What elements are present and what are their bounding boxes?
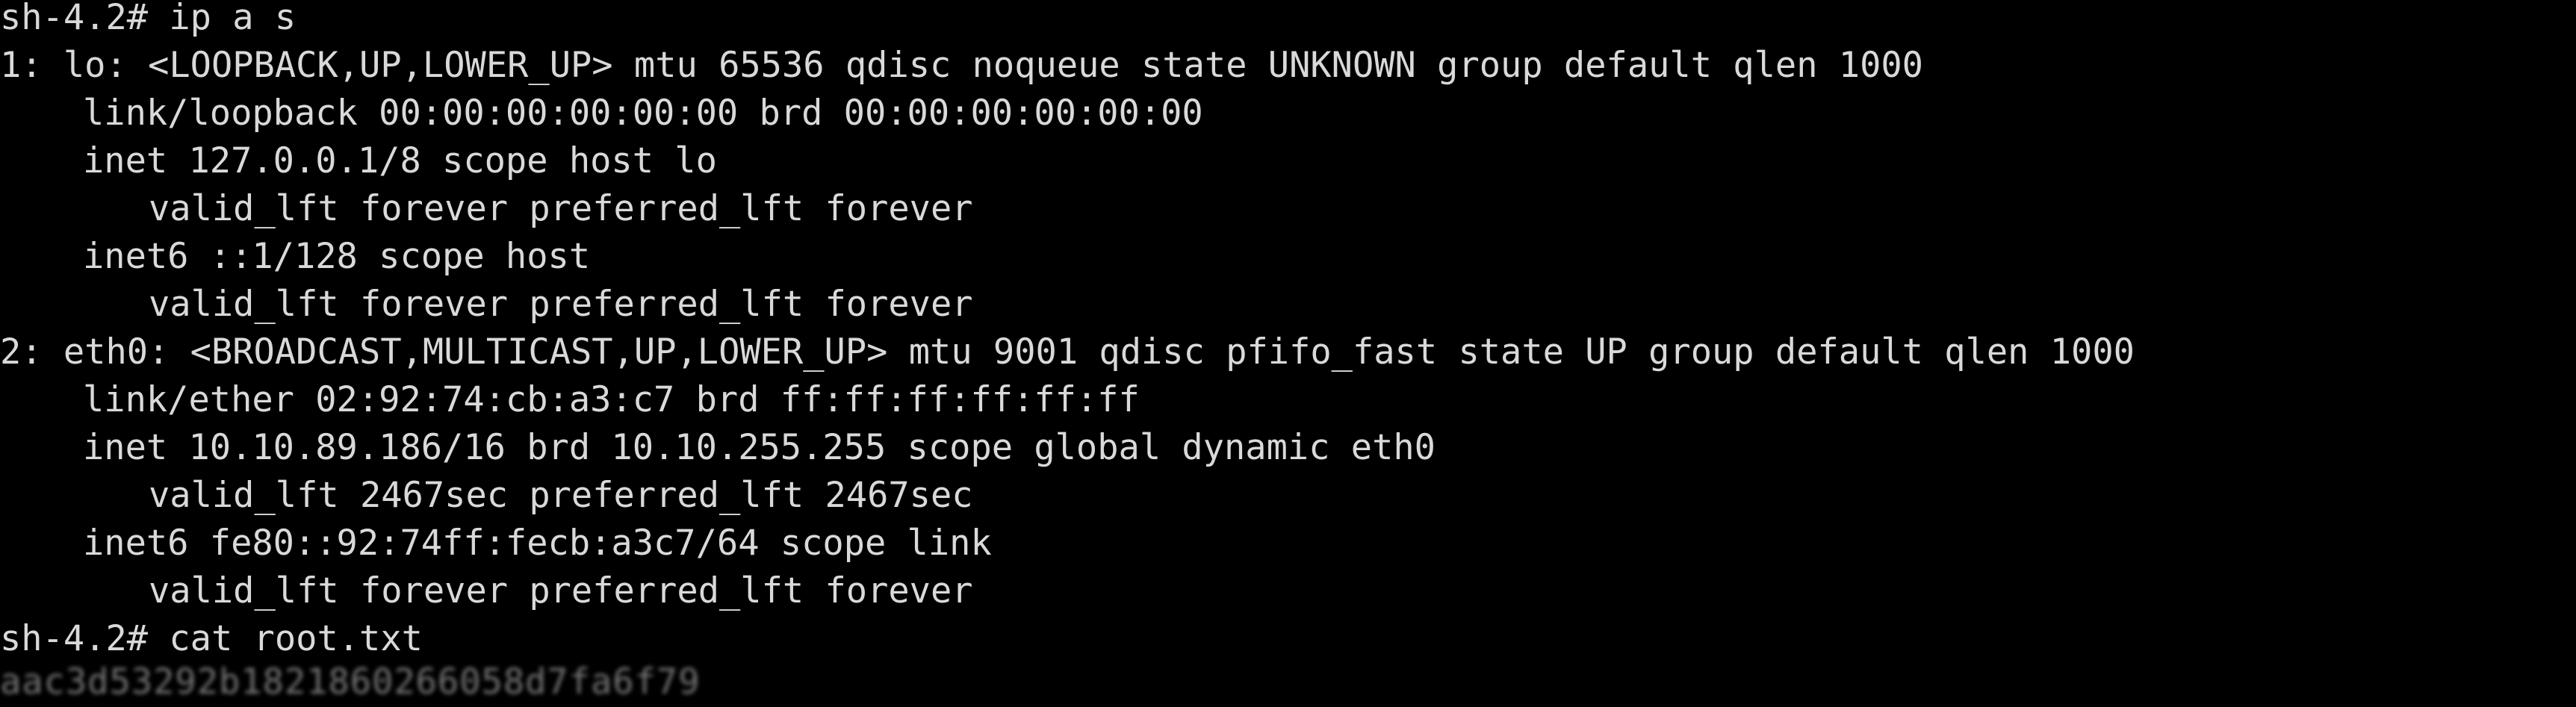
terminal-window[interactable]: sh-4.2# ip a s 1: lo: <LOOPBACK,UP,LOWER… bbox=[0, 0, 2576, 707]
output-line: valid_lft 2467sec preferred_lft 2467sec bbox=[149, 475, 973, 516]
prompt-command-line: sh-4.2# cat root.txt bbox=[0, 618, 423, 659]
output-line: link/loopback 00:00:00:00:00:00 brd 00:0… bbox=[83, 93, 1203, 134]
output-line: inet6 ::1/128 scope host bbox=[83, 236, 591, 277]
output-line: 2: eth0: <BROADCAST,MULTICAST,UP,LOWER_U… bbox=[0, 331, 2135, 373]
output-line: inet 10.10.89.186/16 brd 10.10.255.255 s… bbox=[83, 427, 1436, 468]
output-line: inet 127.0.0.1/8 scope host lo bbox=[83, 140, 717, 181]
prompt-command-line: sh-4.2# ip a s bbox=[0, 0, 297, 38]
output-line: inet6 fe80::92:74ff:fecb:a3c7/64 scope l… bbox=[83, 523, 992, 564]
output-line: valid_lft forever preferred_lft forever bbox=[149, 284, 973, 325]
output-line: 1: lo: <LOOPBACK,UP,LOWER_UP> mtu 65536 … bbox=[0, 45, 1923, 86]
output-line: link/ether 02:92:74:cb:a3:c7 brd ff:ff:f… bbox=[83, 379, 1140, 420]
redacted-output-line: aac3d53292b1821860266058d7fa6f79 bbox=[0, 661, 701, 703]
output-line: valid_lft forever preferred_lft forever bbox=[149, 188, 973, 229]
output-line: valid_lft forever preferred_lft forever bbox=[149, 570, 973, 611]
